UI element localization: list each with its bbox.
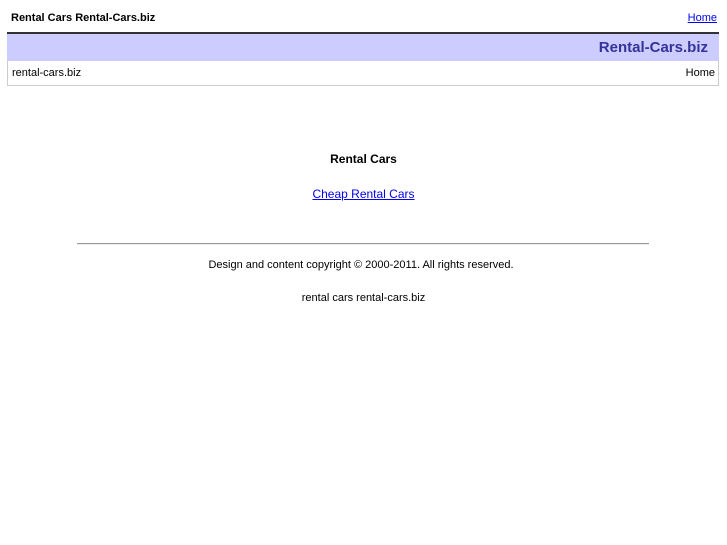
page: Rental Cars Rental-Cars.biz Home Rental-… [0,0,727,545]
main-link-row: Cheap Rental Cars [0,187,727,201]
breadcrumb-domain: rental-cars.biz [12,67,82,79]
cheap-rental-cars-link[interactable]: Cheap Rental Cars [312,187,414,201]
copyright-text: Design and content copyright © 2000-2011… [208,259,514,271]
top-bar: Rental Cars Rental-Cars.biz Home [11,12,717,26]
main-heading: Rental Cars [330,152,397,166]
top-home-link[interactable]: Home [688,12,717,24]
header-band: Rental-Cars.biz [7,32,719,61]
breadcrumb: rental-cars.biz Home [7,61,719,86]
brand-name: Rental-Cars.biz [598,39,708,56]
breadcrumb-home[interactable]: Home [686,67,715,79]
site-title: Rental Cars Rental-Cars.biz [11,12,156,24]
divider [77,243,649,245]
footer-keywords: rental cars rental-cars.biz [301,292,426,304]
